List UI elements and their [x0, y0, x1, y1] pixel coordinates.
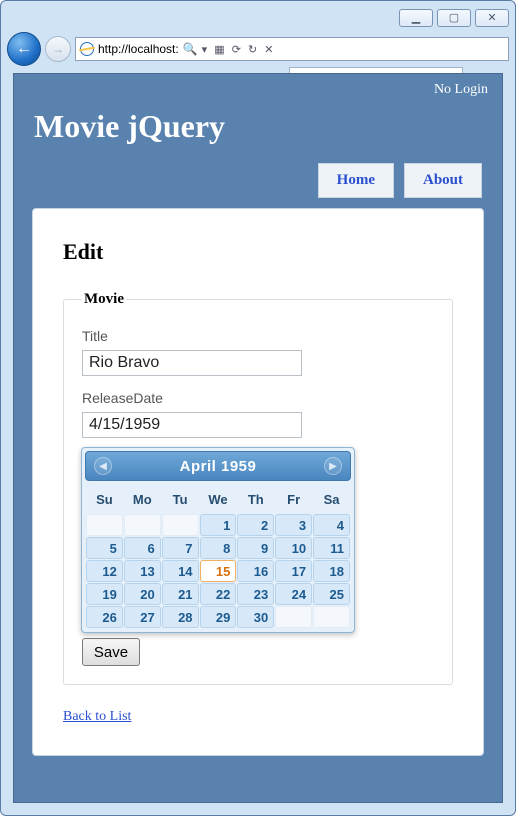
datepicker-day[interactable]: 6	[124, 537, 161, 559]
address-bar-controls[interactable]: ▾ ▦ ⟳ ↻ ✕	[202, 43, 276, 56]
page-heading: Edit	[63, 239, 453, 265]
browser-window: ▁ ▢ ✕ ← → http://localhost: 🔍 ▾ ▦ ⟳ ↻ ✕ …	[0, 0, 516, 816]
title-label: Title	[82, 328, 434, 344]
nav-about[interactable]: About	[404, 163, 482, 198]
site-title: Movie jQuery	[14, 98, 502, 145]
datepicker-dow: Tu	[162, 486, 199, 513]
datepicker-day[interactable]: 9	[237, 537, 274, 559]
datepicker-day[interactable]: 22	[200, 583, 237, 605]
datepicker-row: 19202122232425	[86, 583, 350, 605]
datepicker-grid: SuMoTuWeThFrSa 1234567891011121314151617…	[85, 485, 351, 629]
datepicker: ◀ April 1959 ▶ SuMoTuWeThFrSa 1234567891…	[81, 447, 355, 633]
datepicker-day[interactable]: 25	[313, 583, 350, 605]
fieldset-legend: Movie	[82, 291, 126, 308]
datepicker-header: ◀ April 1959 ▶	[85, 451, 351, 481]
datepicker-day[interactable]: 5	[86, 537, 123, 559]
datepicker-day[interactable]: 1	[200, 514, 237, 536]
datepicker-day[interactable]: 12	[86, 560, 123, 582]
window-titlebar: ▁ ▢ ✕	[1, 1, 515, 31]
datepicker-day[interactable]: 16	[237, 560, 274, 582]
datepicker-blank	[124, 514, 161, 536]
datepicker-day[interactable]: 13	[124, 560, 161, 582]
top-nav: Home About	[14, 145, 502, 198]
nav-home[interactable]: Home	[318, 163, 394, 198]
datepicker-dow: Th	[237, 486, 274, 513]
datepicker-day[interactable]: 19	[86, 583, 123, 605]
datepicker-blank	[275, 606, 312, 628]
login-link[interactable]: No Login	[434, 82, 488, 98]
datepicker-row: 567891011	[86, 537, 350, 559]
datepicker-next-icon[interactable]: ▶	[324, 457, 342, 475]
datepicker-row: 12131415161718	[86, 560, 350, 582]
content-card: Edit Movie Title ReleaseDate Save Back t…	[32, 208, 484, 756]
back-to-list-link[interactable]: Back to List	[63, 709, 131, 725]
datepicker-day[interactable]: 27	[124, 606, 161, 628]
save-button[interactable]: Save	[82, 638, 140, 666]
page-header: No Login	[14, 74, 502, 98]
datepicker-dow: Sa	[313, 486, 350, 513]
releasedate-input[interactable]	[82, 412, 302, 438]
back-button[interactable]: ←	[7, 32, 41, 66]
datepicker-dow-row: SuMoTuWeThFrSa	[86, 486, 350, 513]
datepicker-day[interactable]: 18	[313, 560, 350, 582]
datepicker-day[interactable]: 4	[313, 514, 350, 536]
datepicker-title: April 1959	[180, 458, 257, 475]
datepicker-day[interactable]: 29	[200, 606, 237, 628]
title-input[interactable]	[82, 350, 302, 376]
url-text: http://localhost:	[98, 42, 179, 56]
window-minimize-button[interactable]: ▁	[399, 9, 433, 27]
datepicker-day[interactable]: 30	[237, 606, 274, 628]
datepicker-day[interactable]: 23	[237, 583, 274, 605]
datepicker-dow: Fr	[275, 486, 312, 513]
datepicker-day[interactable]: 7	[162, 537, 199, 559]
datepicker-blank	[162, 514, 199, 536]
datepicker-dow: We	[200, 486, 237, 513]
datepicker-body: 1234567891011121314151617181920212223242…	[86, 514, 350, 628]
datepicker-day[interactable]: 8	[200, 537, 237, 559]
datepicker-day[interactable]: 24	[275, 583, 312, 605]
releasedate-label: ReleaseDate	[82, 390, 434, 406]
datepicker-day[interactable]: 15	[200, 560, 237, 582]
forward-button[interactable]: →	[45, 36, 71, 62]
datepicker-day[interactable]: 3	[275, 514, 312, 536]
datepicker-day[interactable]: 20	[124, 583, 161, 605]
window-maximize-button[interactable]: ▢	[437, 9, 471, 27]
browser-toolbar: ← → http://localhost: 🔍 ▾ ▦ ⟳ ↻ ✕	[1, 31, 515, 67]
ie-icon	[80, 42, 94, 56]
datepicker-day[interactable]: 26	[86, 606, 123, 628]
datepicker-day[interactable]: 10	[275, 537, 312, 559]
datepicker-blank	[313, 606, 350, 628]
address-bar[interactable]: http://localhost: 🔍 ▾ ▦ ⟳ ↻ ✕	[75, 37, 509, 61]
datepicker-day[interactable]: 11	[313, 537, 350, 559]
datepicker-day[interactable]: 2	[237, 514, 274, 536]
search-icon: 🔍	[183, 42, 198, 56]
datepicker-row: 2627282930	[86, 606, 350, 628]
datepicker-day[interactable]: 28	[162, 606, 199, 628]
page-viewport: No Login Movie jQuery Home About Edit Mo…	[13, 73, 503, 803]
datepicker-day[interactable]: 17	[275, 560, 312, 582]
datepicker-day[interactable]: 21	[162, 583, 199, 605]
window-close-button[interactable]: ✕	[475, 9, 509, 27]
datepicker-prev-icon[interactable]: ◀	[94, 457, 112, 475]
datepicker-dow: Su	[86, 486, 123, 513]
datepicker-row: 1234	[86, 514, 350, 536]
datepicker-dow: Mo	[124, 486, 161, 513]
datepicker-day[interactable]: 14	[162, 560, 199, 582]
datepicker-blank	[86, 514, 123, 536]
